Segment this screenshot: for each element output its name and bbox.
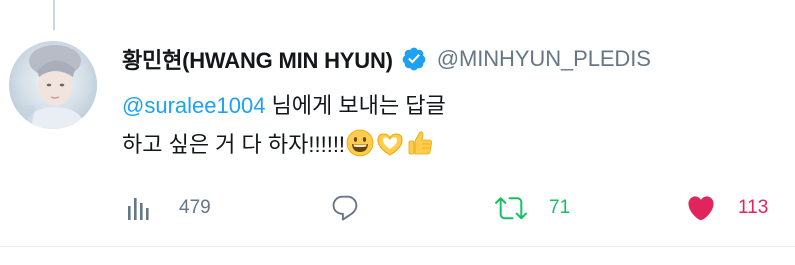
tweet-text: 하고 싶은 거 다 하자!!!!!! [122,132,346,157]
thread-connector-line [53,0,55,30]
like-count: 113 [738,197,769,218]
stats-button[interactable]: 479 [125,188,211,228]
thumbs-up-emoji [405,128,435,158]
retweet-count: 71 [549,197,571,218]
reply-context: @suralee1004 님에게 보내는 답글 [122,88,446,120]
avatar[interactable] [9,41,97,129]
retweet-button[interactable]: 71 [495,188,570,228]
speech-bubble-icon [332,195,358,221]
author-display-name[interactable]: 황민현(HWANG MIN HYUN) [122,43,393,75]
heart-icon [688,196,714,221]
reply-context-label: 님에게 보내는 답글 [265,93,446,118]
tweet-header: 황민현(HWANG MIN HYUN) @MINHYUN_PLEDIS [122,42,651,76]
grinning-face-emoji [345,128,375,158]
author-handle[interactable]: @MINHYUN_PLEDIS [437,46,651,72]
stats-count: 479 [179,197,211,218]
like-button[interactable]: 113 [686,188,768,228]
heart-hands-emoji [375,128,405,158]
reply-mention-link[interactable]: @suralee1004 [122,93,265,118]
retweet-arrows-icon [495,197,527,220]
reply-button[interactable] [330,188,380,228]
avatar-photo [9,41,97,129]
verified-badge-icon [401,46,427,72]
tweet-action-bar: 479 71 113 [0,188,795,228]
bar-chart-icon [128,198,149,220]
tweet-body: 하고 싶은 거 다 하자!!!!!! [122,127,435,159]
tweet-divider [0,246,795,247]
